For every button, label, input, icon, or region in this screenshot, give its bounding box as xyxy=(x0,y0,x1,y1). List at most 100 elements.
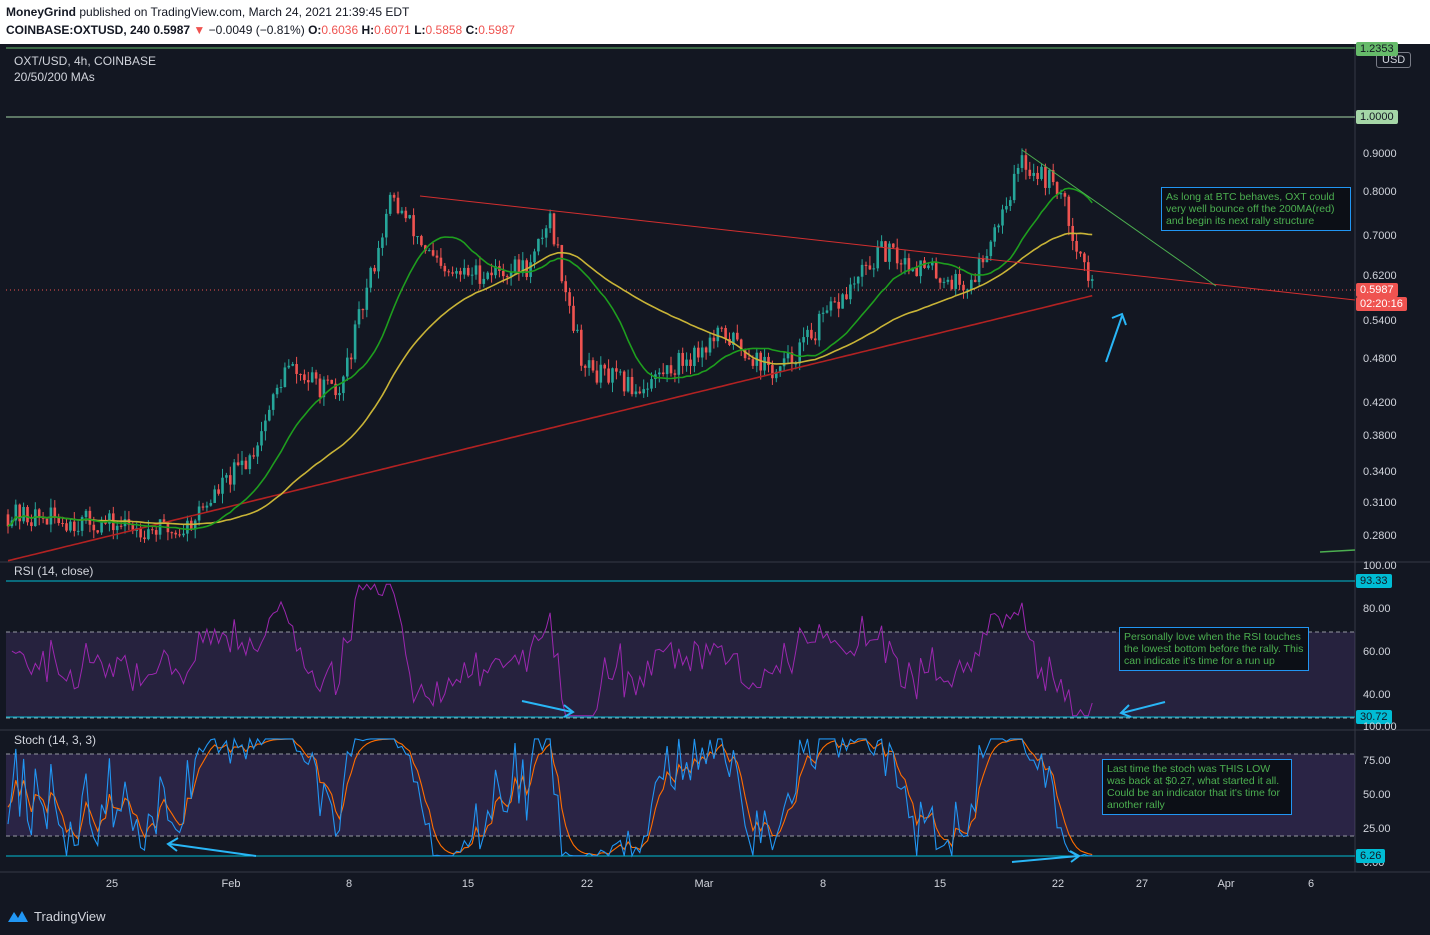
candle-body xyxy=(903,258,907,265)
rsi-tick: 80.00 xyxy=(1363,603,1391,616)
candle-body xyxy=(463,267,466,275)
candle-body xyxy=(478,265,482,284)
candle-body xyxy=(814,338,817,341)
candle-body xyxy=(782,358,786,367)
last-price-label: 0.5987 xyxy=(1356,283,1398,297)
candle-body xyxy=(45,518,49,525)
candle-body xyxy=(747,358,751,360)
candle-body xyxy=(248,455,252,470)
candle-body xyxy=(934,262,938,279)
candle-body xyxy=(1012,173,1016,201)
candle-body xyxy=(864,264,868,266)
candle-body xyxy=(443,265,447,272)
candle-body xyxy=(377,247,380,272)
candle-body xyxy=(400,210,404,214)
date-tick: 27 xyxy=(1135,878,1149,890)
note-rsi[interactable]: Personally love when the RSI touches the… xyxy=(1119,627,1309,671)
level-top-label: 1.2353 xyxy=(1356,42,1398,56)
candle-body xyxy=(919,260,922,277)
candle-body xyxy=(958,273,961,285)
candle-body xyxy=(927,265,930,268)
candle-body xyxy=(630,377,634,395)
candle-body xyxy=(973,279,977,283)
candle-body xyxy=(459,271,462,275)
ma20-right-stub xyxy=(1319,549,1356,553)
candle-body xyxy=(303,374,306,381)
price-tick: 0.3800 xyxy=(1363,429,1397,442)
candle-body xyxy=(373,267,376,272)
candle-body xyxy=(84,510,88,518)
candle-body xyxy=(338,393,341,396)
candle-body xyxy=(853,283,856,285)
candle-body xyxy=(291,364,294,366)
note-main[interactable]: As long at BTC behaves, OXT could very w… xyxy=(1161,187,1351,231)
date-tick: 6 xyxy=(1307,878,1315,890)
candle-body xyxy=(217,489,220,494)
candle-body xyxy=(1067,196,1071,226)
ma20-line[interactable] xyxy=(7,187,1093,531)
stoch-tick: 50.00 xyxy=(1363,789,1391,801)
candle-body xyxy=(720,327,723,329)
candle-body xyxy=(825,310,829,313)
rsi-panel-title[interactable]: RSI (14, close) xyxy=(14,564,93,578)
candle-body xyxy=(357,309,361,325)
note-stoch[interactable]: Last time the stoch was THIS LOW was bac… xyxy=(1102,759,1292,815)
candle-body xyxy=(915,267,918,277)
candle-body xyxy=(326,379,330,381)
candle-body xyxy=(751,359,755,366)
candle-body xyxy=(587,360,591,368)
candle-body xyxy=(1036,172,1039,179)
candle-body xyxy=(763,356,766,371)
rsi-tick: 60.00 xyxy=(1363,646,1391,659)
candle-body xyxy=(186,520,189,534)
stoch-panel-title[interactable]: Stoch (14, 3, 3) xyxy=(14,733,96,747)
candle-body xyxy=(876,247,879,269)
candle-body xyxy=(365,287,369,310)
candle-body xyxy=(271,394,275,410)
candle-body xyxy=(466,267,470,276)
footer-brand[interactable]: TradingView xyxy=(34,909,106,924)
ma50-line[interactable] xyxy=(7,232,1093,527)
candle-body xyxy=(346,357,349,377)
candle-body xyxy=(892,243,895,248)
candle-body xyxy=(716,327,720,342)
candle-body xyxy=(1028,169,1032,176)
candle-body xyxy=(385,213,388,238)
candle-body xyxy=(381,237,384,248)
candle-body xyxy=(708,337,712,353)
rsi-high-marker: 93.33 xyxy=(1356,574,1392,588)
main-panel-subtitle[interactable]: 20/50/200 MAs xyxy=(14,70,95,84)
main-up-arrow xyxy=(1105,315,1123,363)
candle-body xyxy=(611,368,614,383)
candle-body xyxy=(470,274,474,276)
candle-body xyxy=(841,294,844,309)
candle-body xyxy=(888,243,891,262)
candle-body xyxy=(139,528,142,538)
candle-body xyxy=(279,387,283,389)
candle-body xyxy=(287,365,291,368)
candle-body xyxy=(537,238,540,252)
candle-body xyxy=(845,294,848,300)
candle-body xyxy=(533,251,536,263)
candle-body xyxy=(256,445,259,457)
candle-body xyxy=(548,213,552,229)
candle-body xyxy=(661,372,665,375)
main-panel-title[interactable]: OXT/USD, 4h, COINBASE xyxy=(14,54,156,68)
candle-body xyxy=(143,537,146,540)
date-tick: 22 xyxy=(580,878,594,890)
date-tick: 8 xyxy=(819,878,827,890)
candle-body xyxy=(388,194,392,214)
candle-body xyxy=(736,332,739,340)
price-tick: 0.3100 xyxy=(1363,496,1397,509)
candle-body xyxy=(427,250,431,252)
ma200-line[interactable] xyxy=(7,294,1093,562)
candle-body xyxy=(646,388,649,390)
level-one-label: 1.0000 xyxy=(1356,110,1398,124)
candle-body xyxy=(572,305,575,331)
candle-body xyxy=(556,244,560,246)
date-tick: Feb xyxy=(221,878,241,890)
candle-body xyxy=(693,347,696,367)
candle-body xyxy=(229,475,232,485)
candle-body xyxy=(295,364,298,374)
candle-body xyxy=(697,347,700,358)
